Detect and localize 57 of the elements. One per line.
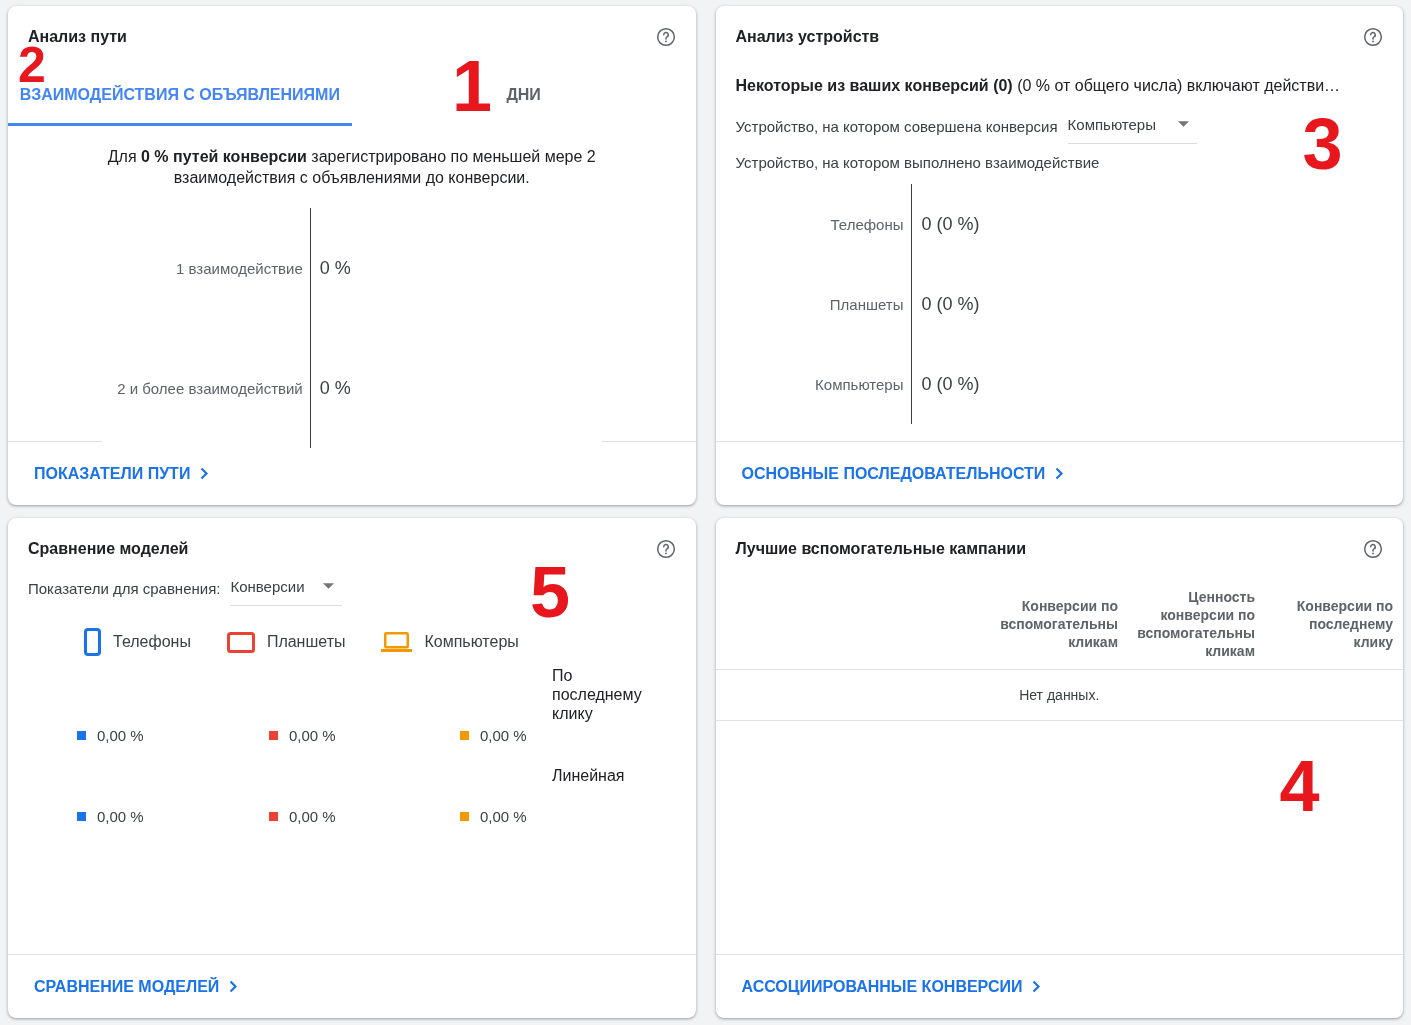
tab[interactable]: ВЗАИМОДЕЙСТВИЯ С ОБЪЯВЛЕНИЯМИ (8, 84, 352, 126)
field-label: Устройство, на котором совершена конверсия (735, 117, 1058, 135)
caret-icon (323, 583, 335, 589)
annotation-number: 4 (1279, 760, 1320, 814)
chevron-right-icon (200, 467, 209, 480)
card-title: Анализ устройств (735, 27, 880, 47)
summary-text: Некоторые из ваших конверсий (0) (0 % от общего числа) включают действи… (735, 76, 1342, 96)
description-text: Для 0 % путей конверсии зарегистрировано по меньшей мере 2 взаимодействия с объявлениями до конверсии. (106, 147, 597, 188)
chevron-right-icon (1055, 467, 1064, 480)
legend-label: Компьютеры (424, 633, 519, 651)
tab[interactable]: ДНИ (498, 84, 549, 126)
caret-icon (1177, 121, 1189, 127)
bar-label: 1 взаимодействие (174, 259, 304, 277)
bar-label: Планшеты (828, 295, 905, 313)
model-value: 0,00 % (97, 726, 144, 744)
metric-dropdown[interactable]: Конверсии (230, 570, 343, 606)
bar-label: 2 и более взаимодействий (116, 379, 304, 397)
card-title: Лучшие вспомогательные кампании (735, 539, 1026, 559)
device-dropdown[interactable]: Компьютеры (1067, 108, 1197, 144)
legend-label: Планшеты (266, 633, 346, 651)
help-icon[interactable] (655, 539, 676, 559)
annotation-number: 2 (18, 47, 46, 84)
bar-value: 0 % (318, 377, 352, 399)
column-header[interactable]: Конверсии по вспомогательны кликам (981, 596, 1118, 651)
bar-label: Компьютеры (814, 375, 905, 393)
model-value: 0,00 % (97, 807, 144, 825)
bar-label: Телефоны (829, 215, 905, 233)
model-name: Линейная (552, 766, 626, 785)
annotation-number: 1 (452, 60, 493, 114)
field-label: Показатели для сравнения: (28, 579, 221, 597)
column-header[interactable]: Конверсии по последнему клику (1255, 596, 1393, 651)
help-icon[interactable] (655, 27, 676, 47)
footer-link[interactable]: АССОЦИИРОВАННЫЕ КОНВЕРСИИ (741, 977, 1041, 996)
bar-value: 0 (0 %) (920, 213, 981, 235)
card-title: Сравнение моделей (28, 539, 189, 559)
bar-value: 0 (0 %) (920, 373, 981, 395)
help-icon[interactable] (1363, 539, 1383, 559)
chevron-right-icon (1032, 980, 1041, 993)
empty-message: Нет данных. (1019, 687, 1100, 703)
footer-link[interactable]: ОСНОВНЫЕ ПОСЛЕДОВАТЕЛЬНОСТИ (741, 464, 1064, 483)
model-value: 0,00 % (480, 807, 527, 825)
bar-value: 0 % (318, 257, 352, 279)
card-title: Анализ пути (28, 27, 127, 46)
annotation-number: 3 (1302, 118, 1343, 172)
legend-label: Телефоны (113, 633, 191, 651)
model-value: 0,00 % (289, 726, 336, 744)
model-name: По последнему клику (552, 666, 643, 723)
footer-link[interactable]: ПОКАЗАТЕЛИ ПУТИ (34, 464, 209, 483)
footer-link[interactable]: СРАВНЕНИЕ МОДЕЛЕЙ (34, 977, 238, 996)
bar-value: 0 (0 %) (920, 293, 981, 315)
model-value: 0,00 % (289, 807, 336, 825)
chevron-right-icon (229, 980, 238, 993)
help-icon[interactable] (1363, 27, 1383, 47)
annotation-number: 5 (530, 566, 571, 620)
section-label: Устройство, на котором выполнено взаимодействие (735, 153, 1101, 173)
column-header[interactable]: Ценность конверсии по вспомогательны кликам (1118, 587, 1255, 660)
model-value: 0,00 % (480, 726, 527, 744)
